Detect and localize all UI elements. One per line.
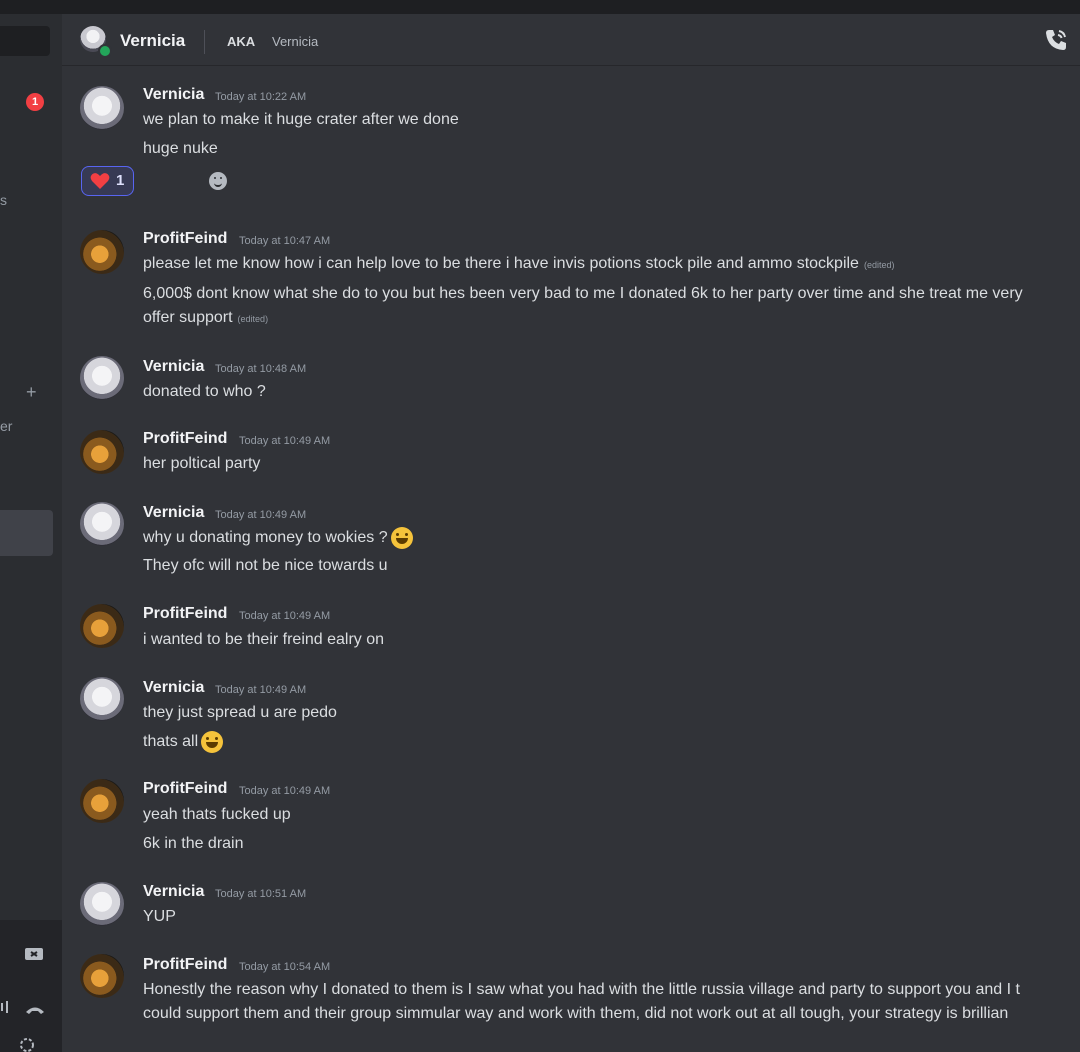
edited-label: (edited) (237, 314, 269, 324)
message-text: why u donating money to wokies ? (143, 527, 413, 549)
message-author[interactable]: Vernicia (143, 358, 204, 376)
avatar[interactable] (80, 779, 124, 823)
message-text: offer support (edited) (143, 309, 269, 326)
avatar[interactable] (80, 954, 124, 998)
message-text: could support them and their group simmu… (143, 1005, 1009, 1022)
message-text: her poltical party (143, 455, 261, 472)
message-timestamp: Today at 10:51 AM (215, 888, 307, 900)
message-timestamp: Today at 10:49 AM (239, 785, 331, 797)
message-author[interactable]: ProfitFeind (143, 430, 227, 448)
message-text: thats all (143, 731, 224, 753)
avatar[interactable] (80, 502, 124, 546)
header-divider (204, 30, 205, 54)
avatar[interactable] (80, 86, 124, 130)
message-timestamp: Today at 10:47 AM (239, 235, 331, 247)
aka-label: AKA (227, 34, 256, 49)
channel-header: Vernicia AKA Vernicia (62, 14, 1080, 66)
online-status-indicator (98, 44, 112, 58)
heart-icon (90, 173, 110, 189)
unread-badge: 1 (26, 93, 44, 111)
avatar[interactable] (80, 230, 124, 274)
message-timestamp: Today at 10:49 AM (239, 435, 331, 447)
edited-label: (edited) (863, 260, 895, 270)
message-text: i wanted to be their freind ealry on (143, 631, 385, 648)
message-text: YUP (143, 908, 176, 925)
user-panel (0, 920, 62, 1052)
message-author[interactable]: Vernicia (143, 86, 204, 104)
message-text: we plan to make it huge crater after we … (143, 111, 459, 128)
message-text: yeah thats fucked up (143, 806, 291, 823)
avatar[interactable] (80, 430, 124, 474)
screen-share-icon[interactable] (24, 946, 44, 969)
add-reaction-icon[interactable] (209, 172, 227, 190)
sidebar-text-fragment: s (0, 192, 7, 208)
voice-signal-icon (0, 1000, 12, 1019)
message-author[interactable]: ProfitFeind (143, 780, 227, 798)
avatar[interactable] (80, 882, 124, 926)
sidebar: 1 s + er (0, 14, 62, 1052)
add-dm-icon[interactable]: + (26, 382, 37, 403)
message-text: they just spread u are pedo (143, 704, 337, 721)
message-text: 6k in the drain (143, 835, 244, 852)
message-author[interactable]: ProfitFeind (143, 230, 227, 248)
sidebar-text-fragment: er (0, 418, 13, 434)
message-text: 6,000$ dont know what she do to you but … (143, 285, 1023, 302)
message-author[interactable]: Vernicia (143, 504, 204, 522)
message-text: They ofc will not be nice towards u (143, 557, 388, 574)
sidebar-search[interactable] (0, 26, 50, 56)
message-author[interactable]: Vernicia (143, 883, 204, 901)
message-timestamp: Today at 10:22 AM (215, 91, 307, 103)
alias-name: Vernicia (272, 34, 319, 49)
grinning-emoji-icon (390, 527, 413, 549)
avatar[interactable] (80, 604, 124, 648)
avatar[interactable] (80, 677, 124, 721)
message-text: donated to who ? (143, 383, 266, 400)
activity-icon[interactable] (18, 1036, 36, 1052)
message-timestamp: Today at 10:49 AM (215, 509, 307, 521)
message-timestamp: Today at 10:49 AM (215, 684, 307, 696)
message-timestamp: Today at 10:48 AM (215, 363, 307, 375)
reaction-count: 1 (116, 172, 125, 189)
message-author[interactable]: ProfitFeind (143, 956, 227, 974)
message-text: Honestly the reason why I donated to the… (143, 981, 1020, 998)
message-author[interactable]: Vernicia (143, 679, 204, 697)
message-timestamp: Today at 10:54 AM (239, 961, 331, 973)
reaction-button[interactable]: 1 (81, 166, 134, 196)
grinning-emoji-icon (201, 731, 224, 753)
header-username[interactable]: Vernicia (120, 31, 185, 51)
voice-call-icon[interactable] (1042, 26, 1070, 54)
message-text: huge nuke (143, 140, 218, 157)
window-top-bar (0, 0, 1080, 14)
message-text: please let me know how i can help love t… (143, 255, 895, 272)
avatar[interactable] (80, 356, 124, 400)
disconnect-icon[interactable] (24, 1002, 46, 1020)
sidebar-item-selected[interactable] (0, 510, 53, 556)
message-timestamp: Today at 10:49 AM (239, 610, 331, 622)
message-author[interactable]: ProfitFeind (143, 605, 227, 623)
